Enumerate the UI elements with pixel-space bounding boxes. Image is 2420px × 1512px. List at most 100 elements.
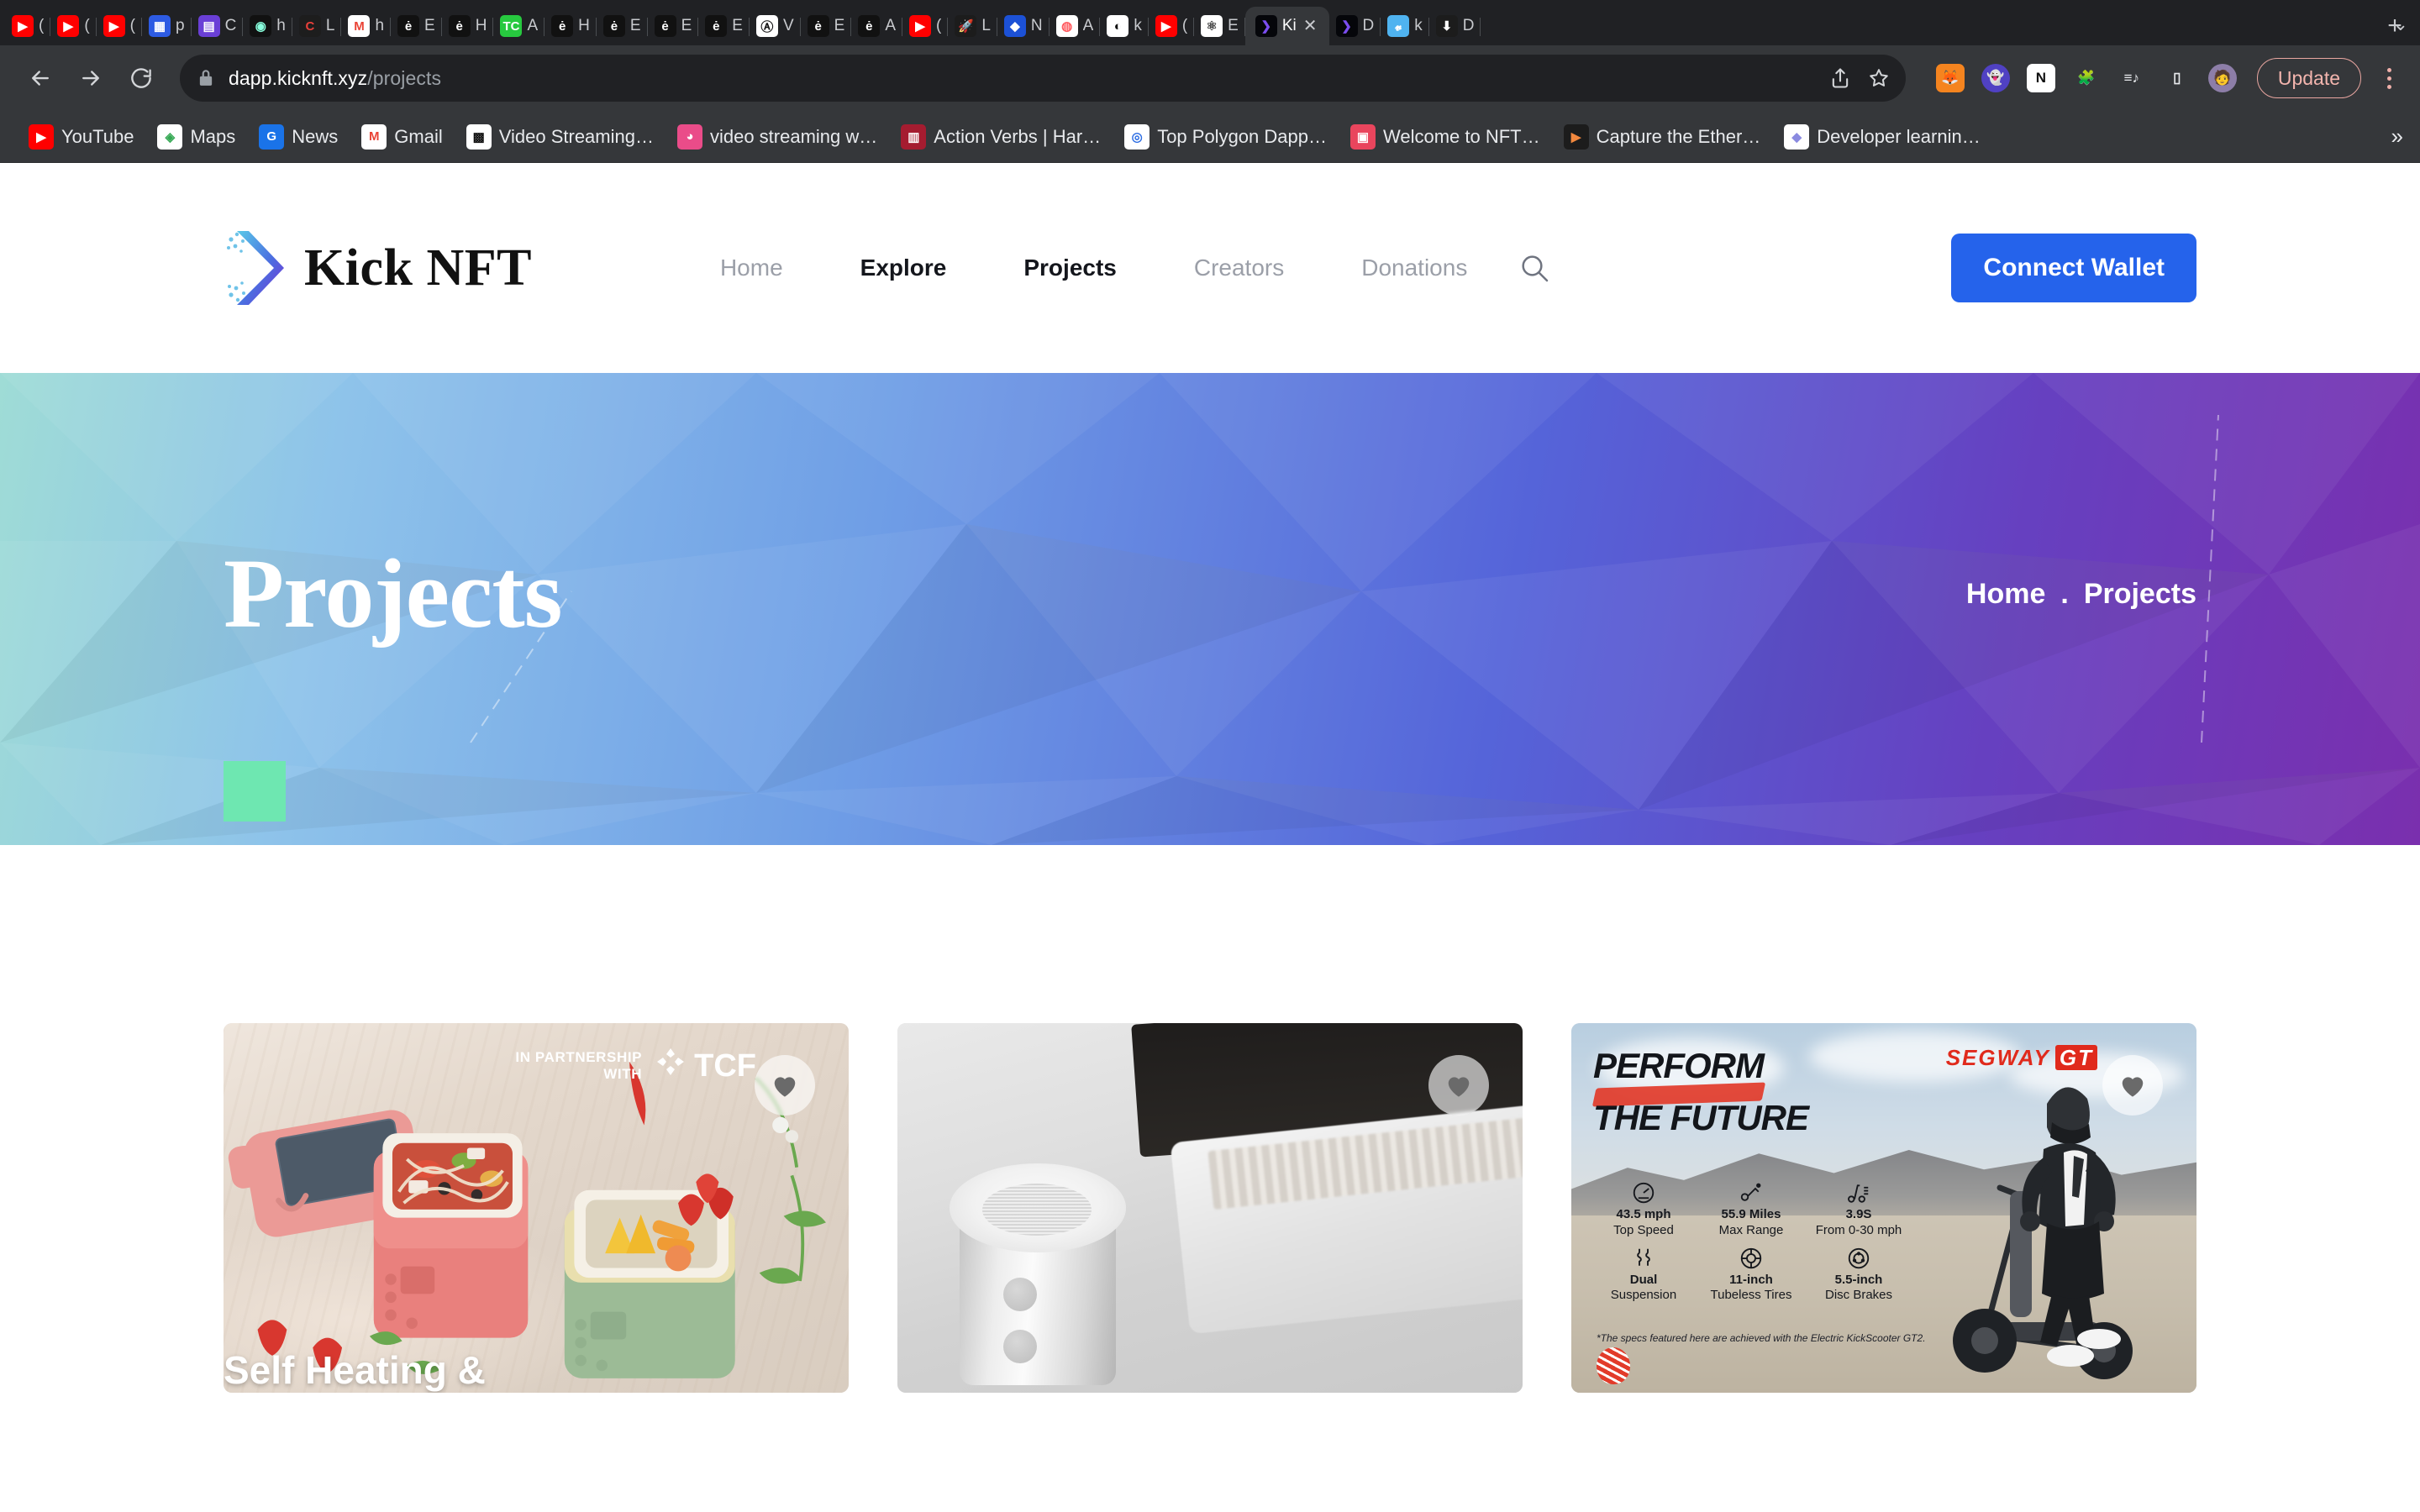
browser-menu-button[interactable]	[2375, 67, 2403, 89]
headline-line-2: THE FUTURE	[1593, 1098, 1809, 1137]
project-card-self-heating-lunchbox[interactable]: IN PARTNERSHIP WITH TCF Self Heating &	[224, 1023, 849, 1393]
phantom-extension[interactable]: 👻	[1981, 64, 2010, 92]
profile-avatar[interactable]: 🧑	[2207, 64, 2237, 92]
connect-wallet-button[interactable]: Connect Wallet	[1951, 234, 2196, 302]
forward-button[interactable]	[67, 55, 114, 102]
browser-tab-28[interactable]: ⬇ D	[1429, 7, 1481, 45]
nav-item-creators[interactable]: Creators	[1155, 255, 1323, 281]
tableau-favicon: ▦	[148, 15, 171, 37]
browser-tab-25[interactable]: ❯ Ki ✕	[1244, 7, 1329, 45]
eth-favicon: ė	[397, 15, 420, 37]
nav-item-projects[interactable]: Projects	[985, 255, 1155, 281]
news-favicon: G	[259, 123, 285, 150]
coda-favicon: ▤	[197, 15, 220, 37]
favorite-heart-button[interactable]	[2102, 1055, 2163, 1116]
tab-search-chevron-down-icon[interactable]: ⌄	[2393, 13, 2408, 35]
reading-list[interactable]: ≡♪	[2118, 64, 2146, 92]
favorite-heart-button[interactable]	[755, 1055, 815, 1116]
nft-favicon: ▣	[1349, 123, 1376, 150]
browser-tab-4[interactable]: ▤ C	[192, 7, 244, 45]
bookmark-item-8[interactable]: ▣ Welcome to NFT…	[1339, 118, 1552, 155]
maps-favicon: ◈	[157, 123, 183, 150]
spec-label: Disc Brakes	[1824, 1288, 1893, 1303]
bookmarks-overflow-button[interactable]: »	[2391, 123, 2403, 150]
tab-close-icon[interactable]: ✕	[1303, 18, 1318, 34]
browser-tab-5[interactable]: ◉ h	[243, 7, 292, 45]
breadcrumb-home[interactable]: Home	[1966, 578, 2045, 611]
browser-tab-1[interactable]: ▶(	[50, 7, 97, 45]
bookmark-item-7[interactable]: ◎ Top Polygon Dapp…	[1113, 118, 1339, 155]
nav-item-home[interactable]: Home	[681, 255, 822, 281]
tab-title: k	[1414, 17, 1423, 34]
browser-tab-20[interactable]: ◆ N	[997, 7, 1050, 45]
bookmark-label: Welcome to NFT…	[1382, 125, 1540, 147]
browser-tab-10[interactable]: TC A	[493, 7, 544, 45]
browser-tab-13[interactable]: ėE	[648, 7, 699, 45]
search-icon[interactable]	[1518, 251, 1551, 285]
nav-item-explore[interactable]: Explore	[822, 255, 986, 281]
browser-tab-12[interactable]: ėE	[597, 7, 648, 45]
browser-chrome: ▶(▶(▶(▦ p ▤ C ◉ h C L Mh ė Eė H TC Aė Hė Eė Eė E Ⓐ Vė Eė A ▶(🚀…	[0, 0, 2420, 163]
project-card-bluetooth-speaker[interactable]	[897, 1023, 1523, 1393]
address-bar[interactable]: dapp.kicknft.xyz/projects	[180, 55, 1906, 102]
c-red-favicon: C	[298, 15, 321, 37]
device-toolbar[interactable]: ▯	[2163, 64, 2191, 92]
reload-button[interactable]	[118, 55, 165, 102]
browser-tab-17[interactable]: ėA	[851, 7, 902, 45]
gmail-favicon: M	[348, 15, 371, 37]
spec-item-5: 5.5-inch Disc Brakes	[1812, 1244, 1906, 1305]
browser-tab-26[interactable]: ❯ D	[1329, 7, 1381, 45]
share-icon[interactable]	[1828, 66, 1852, 90]
range-icon	[1704, 1179, 1798, 1207]
metamask-extension[interactable]: 🦊	[1935, 64, 1965, 92]
bookmark-item-6[interactable]: ▥ Action Verbs | Har…	[889, 118, 1113, 155]
browser-tab-9[interactable]: ėH	[442, 7, 494, 45]
browser-tab-3[interactable]: ▦ p	[142, 7, 192, 45]
back-button[interactable]	[17, 55, 64, 102]
bookmark-item-0[interactable]: ▶ YouTube	[17, 118, 145, 155]
tab-title: D	[1362, 17, 1375, 34]
bookmark-star-icon[interactable]	[1867, 66, 1891, 90]
kicknft-favicon: ❯	[1255, 15, 1277, 37]
browser-tab-6[interactable]: CL	[292, 7, 342, 45]
browser-tab-21[interactable]: ◍ A	[1050, 7, 1101, 45]
browser-tab-22[interactable]: ◐ k	[1100, 7, 1149, 45]
bookmark-item-5[interactable]: ◕ video streaming w…	[666, 118, 889, 155]
browser-tab-14[interactable]: ėE	[698, 7, 750, 45]
polygon-favicon: ◎	[1124, 123, 1150, 150]
extensions-puzzle[interactable]: 🧩	[2072, 64, 2101, 92]
browser-tab-19[interactable]: 🚀 L	[948, 7, 997, 45]
browser-tab-18[interactable]: ▶(	[902, 7, 949, 45]
browser-tab-2[interactable]: ▶(	[97, 7, 143, 45]
browser-tab-16[interactable]: ėE	[801, 7, 852, 45]
bookmark-item-10[interactable]: ◆ Developer learnin…	[1772, 118, 1991, 155]
browser-tab-15[interactable]: Ⓐ V	[750, 7, 801, 45]
nav-item-donations[interactable]: Donations	[1323, 255, 1506, 281]
ethdev-favicon: ◆	[1784, 123, 1810, 150]
bookmark-item-4[interactable]: ▩ Video Streaming…	[455, 118, 666, 155]
tab-strip: ▶(▶(▶(▦ p ▤ C ◉ h C L Mh ė Eė H TC Aė Hė Eė Eė E Ⓐ Vė Eė A ▶(🚀…	[0, 0, 2420, 45]
heart-icon	[2122, 1077, 2144, 1097]
browser-tab-8[interactable]: ėE	[391, 7, 442, 45]
notion-extension[interactable]: N	[2026, 64, 2055, 92]
spec-grid: 43.5 mph Top Speed 55.9 Miles Max Range 3.9S…	[1597, 1179, 1906, 1304]
browser-tab-11[interactable]: ėH	[544, 7, 597, 45]
lock-icon	[195, 67, 217, 89]
favorite-heart-button[interactable]	[1428, 1055, 1489, 1116]
tab-title: H	[475, 17, 487, 34]
site-logo[interactable]: Kick NFT	[224, 223, 532, 313]
bookmark-label: Gmail	[394, 125, 443, 147]
bookmark-item-9[interactable]: ▶ Capture the Ether…	[1552, 118, 1773, 155]
spec-label: Suspension	[1610, 1288, 1677, 1303]
tab-title: E	[732, 17, 743, 34]
update-button[interactable]: Update	[2256, 58, 2361, 98]
project-card-segway-gt[interactable]: PERFORM THE FUTURE SEGWAY GT 43.5 mph Top …	[1571, 1023, 2196, 1393]
browser-tab-27[interactable]: 𝓿k	[1381, 7, 1429, 45]
browser-tab-24[interactable]: ⚛ E	[1194, 7, 1245, 45]
browser-tab-0[interactable]: ▶(	[5, 7, 51, 45]
bookmark-item-1[interactable]: ◈ Maps	[145, 118, 247, 155]
browser-tab-7[interactable]: Mh	[341, 7, 391, 45]
bookmark-item-2[interactable]: G News	[247, 118, 350, 155]
bookmark-item-3[interactable]: M Gmail	[350, 118, 454, 155]
browser-tab-23[interactable]: ▶(	[1149, 7, 1195, 45]
